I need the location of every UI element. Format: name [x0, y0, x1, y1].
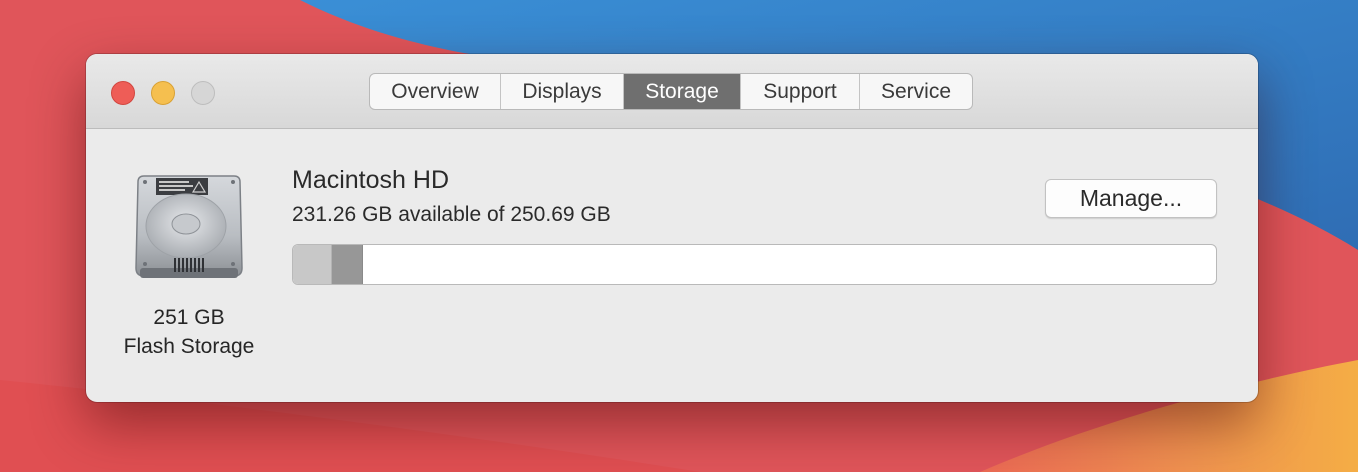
availability-text: 231.26 GB available of 250.69 GB: [292, 203, 611, 226]
zoom-button[interactable]: [191, 81, 215, 105]
tab-bar: Overview Displays Storage Support Servic…: [369, 73, 973, 110]
close-button[interactable]: [111, 81, 135, 105]
device-capacity-label: 251 GB: [153, 306, 225, 329]
window-titlebar: Overview Displays Storage Support Servic…: [86, 54, 1258, 129]
volume-name: Macintosh HD: [292, 166, 449, 194]
tab-service[interactable]: Service: [860, 74, 972, 109]
storage-segment-system: [332, 245, 363, 284]
tab-support[interactable]: Support: [741, 74, 860, 109]
tab-overview[interactable]: Overview: [370, 74, 501, 109]
tab-displays[interactable]: Displays: [501, 74, 624, 109]
minimize-button[interactable]: [151, 81, 175, 105]
hard-drive-icon: [130, 168, 248, 286]
storage-segment-other: [293, 245, 332, 284]
manage-button[interactable]: Manage...: [1045, 179, 1217, 218]
storage-usage-bar: [292, 244, 1217, 285]
about-this-mac-window: Overview Displays Storage Support Servic…: [86, 54, 1258, 402]
tab-storage[interactable]: Storage: [624, 74, 741, 109]
device-type-label: Flash Storage: [123, 335, 255, 358]
